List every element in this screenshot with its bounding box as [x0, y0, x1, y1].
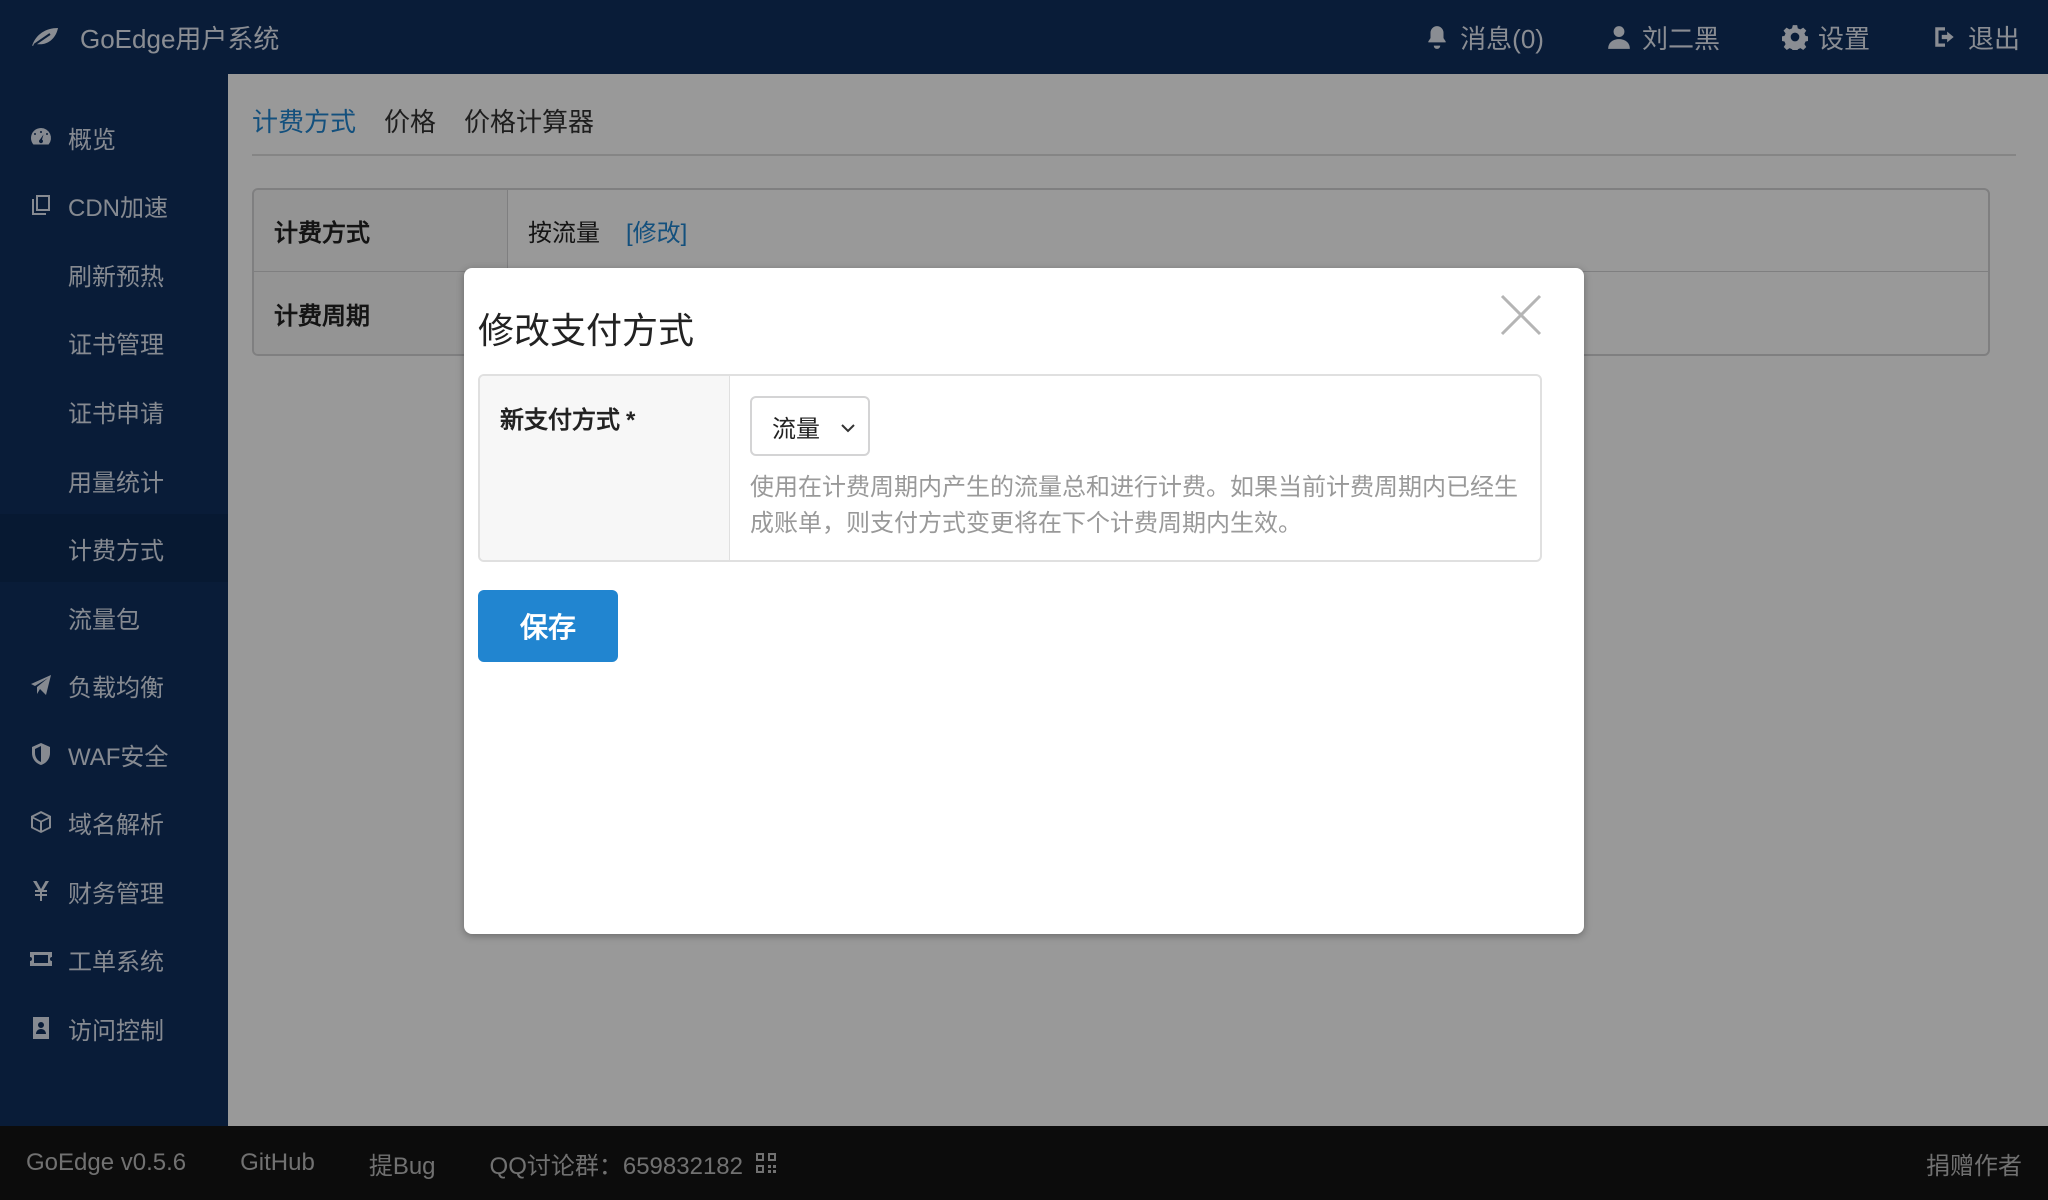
help-text: 使用在计费周期内产生的流量总和进行计费。如果当前计费周期内已经生成账单，则支付方…: [750, 474, 1518, 537]
select-value: 流量: [772, 415, 820, 443]
new-payment-method-label: 新支付方式: [500, 407, 620, 434]
modal-title: 修改支付方式: [478, 310, 695, 351]
form-value: 流量 使用在计费周期内产生的流量总和进行计费。如果当前计费周期内已经生成账单，则…: [730, 376, 1540, 560]
payment-method-modal: 修改支付方式 新支付方式 * 流量 使用在计费周期内产生的流量总和进行计费。如果当…: [464, 268, 1584, 934]
chevron-down-icon: [841, 424, 855, 433]
form-label: 新支付方式 *: [480, 376, 730, 560]
payment-form-table: 新支付方式 * 流量 使用在计费周期内产生的流量总和进行计费。如果当前计费周期内已…: [478, 374, 1542, 562]
required-mark: *: [626, 407, 636, 434]
payment-method-select[interactable]: 流量: [750, 396, 870, 456]
save-button[interactable]: 保存: [478, 590, 618, 662]
close-icon[interactable]: [1498, 292, 1544, 338]
